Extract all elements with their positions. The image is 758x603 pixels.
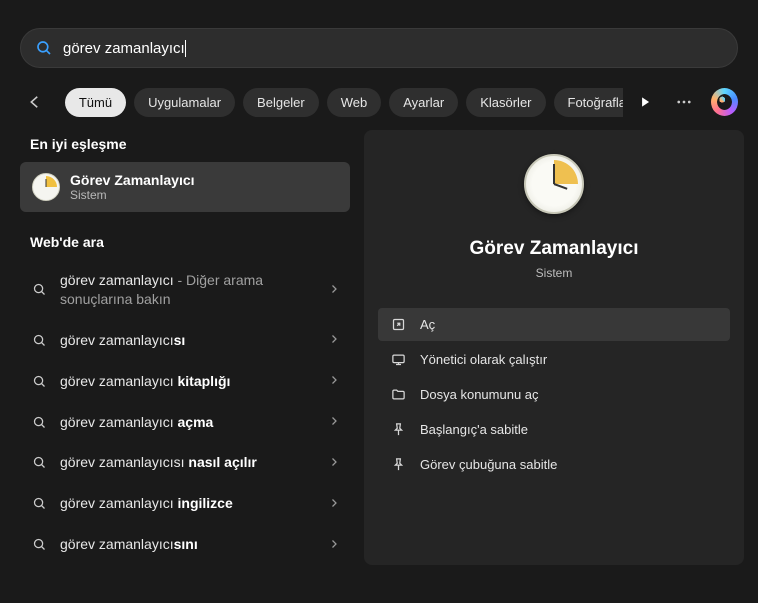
admin-icon bbox=[390, 352, 406, 367]
preview-actions: Aç Yönetici olarak çalıştır Dosya konumunu… bbox=[378, 308, 730, 481]
search-icon bbox=[30, 374, 48, 389]
open-icon bbox=[390, 317, 406, 332]
pin-icon bbox=[390, 422, 406, 437]
more-options-button[interactable] bbox=[670, 88, 697, 116]
action-label: Görev çubuğuna sabitle bbox=[420, 457, 557, 472]
web-search-item[interactable]: görev zamanlayıcı ingilizce bbox=[20, 483, 350, 524]
search-icon bbox=[30, 455, 48, 470]
chevron-right-icon bbox=[328, 332, 340, 348]
action-pin[interactable]: Başlangıç'a sabitle bbox=[378, 413, 730, 446]
pin-icon bbox=[390, 457, 406, 472]
search-icon bbox=[30, 415, 48, 430]
filter-pill-ayarlar[interactable]: Ayarlar bbox=[389, 88, 458, 117]
chevron-right-icon bbox=[328, 282, 340, 298]
filter-pill-uygulamalar[interactable]: Uygulamalar bbox=[134, 88, 235, 117]
search-icon bbox=[30, 537, 48, 552]
search-icon bbox=[30, 496, 48, 511]
web-search-item[interactable]: görev zamanlayıcı açma bbox=[20, 402, 350, 443]
filter-pill-web[interactable]: Web bbox=[327, 88, 382, 117]
preview-title: Görev Zamanlayıcı bbox=[470, 238, 639, 260]
filter-pill-belgeler[interactable]: Belgeler bbox=[243, 88, 319, 117]
chevron-right-icon bbox=[328, 455, 340, 471]
action-label: Başlangıç'a sabitle bbox=[420, 422, 528, 437]
web-search-item-text: görev zamanlayıcı kitaplığı bbox=[60, 372, 316, 391]
search-icon bbox=[30, 333, 48, 348]
preview-subtitle: Sistem bbox=[536, 266, 573, 280]
web-search-item[interactable]: görev zamanlayıcısı bbox=[20, 320, 350, 361]
filter-pill-klasörler[interactable]: Klasörler bbox=[466, 88, 545, 117]
web-search-item[interactable]: görev zamanlayıcısı nasıl açılır bbox=[20, 442, 350, 483]
web-search-item[interactable]: görev zamanlayıcı kitaplığı bbox=[20, 361, 350, 402]
action-pin[interactable]: Görev çubuğuna sabitle bbox=[378, 448, 730, 481]
filter-scroll-right[interactable] bbox=[631, 88, 658, 116]
filter-pill-tümü[interactable]: Tümü bbox=[65, 88, 126, 117]
chevron-right-icon bbox=[328, 414, 340, 430]
filter-row: Tümü Uygulamalar Belgeler WebAyarlar Klasörl… bbox=[0, 68, 758, 130]
web-search-item[interactable]: görev zamanlayıcı - Diğer arama sonuçlar… bbox=[20, 260, 350, 320]
filter-pill-fotoğraflar[interactable]: Fotoğraflar bbox=[554, 88, 624, 117]
preview-panel: Görev Zamanlayıcı Sistem Aç Yönetici olar… bbox=[364, 130, 744, 565]
task-scheduler-icon-large bbox=[524, 154, 584, 214]
web-search-list: görev zamanlayıcı - Diğer arama sonuçlar… bbox=[20, 260, 350, 565]
chevron-right-icon bbox=[328, 373, 340, 389]
web-search-header: Web'de ara bbox=[30, 234, 350, 250]
web-search-item-text: görev zamanlayıcı açma bbox=[60, 413, 316, 432]
web-search-item-text: görev zamanlayıcı - Diğer arama sonuçlar… bbox=[60, 271, 316, 309]
web-search-item-text: görev zamanlayıcısı bbox=[60, 331, 316, 350]
results-column: En iyi eşleşme Görev Zamanlayıcı Sistem … bbox=[20, 130, 350, 565]
best-match-header: En iyi eşleşme bbox=[30, 136, 350, 152]
best-match-item[interactable]: Görev Zamanlayıcı Sistem bbox=[20, 162, 350, 212]
web-search-item[interactable]: görev zamanlayıcısını bbox=[20, 524, 350, 565]
action-label: Dosya konumunu aç bbox=[420, 387, 539, 402]
folder-icon bbox=[390, 387, 406, 402]
action-admin[interactable]: Yönetici olarak çalıştır bbox=[378, 343, 730, 376]
search-icon bbox=[30, 282, 48, 297]
task-scheduler-icon bbox=[32, 173, 60, 201]
web-search-item-text: görev zamanlayıcısını bbox=[60, 535, 316, 554]
search-bar[interactable]: görev zamanlayıcı bbox=[20, 28, 738, 68]
text-caret bbox=[185, 40, 186, 57]
web-search-item-text: görev zamanlayıcısı nasıl açılır bbox=[60, 453, 316, 472]
chevron-right-icon bbox=[328, 496, 340, 512]
search-input-text[interactable]: görev zamanlayıcı bbox=[63, 40, 185, 57]
chevron-right-icon bbox=[328, 537, 340, 553]
action-open[interactable]: Aç bbox=[378, 308, 730, 341]
back-button[interactable] bbox=[20, 86, 51, 118]
action-label: Aç bbox=[420, 317, 435, 332]
copilot-icon[interactable] bbox=[711, 88, 738, 116]
action-label: Yönetici olarak çalıştır bbox=[420, 352, 547, 367]
best-match-subtitle: Sistem bbox=[70, 188, 195, 202]
search-icon bbox=[35, 39, 53, 57]
best-match-title: Görev Zamanlayıcı bbox=[70, 172, 195, 188]
web-search-item-text: görev zamanlayıcı ingilizce bbox=[60, 494, 316, 513]
action-folder[interactable]: Dosya konumunu aç bbox=[378, 378, 730, 411]
